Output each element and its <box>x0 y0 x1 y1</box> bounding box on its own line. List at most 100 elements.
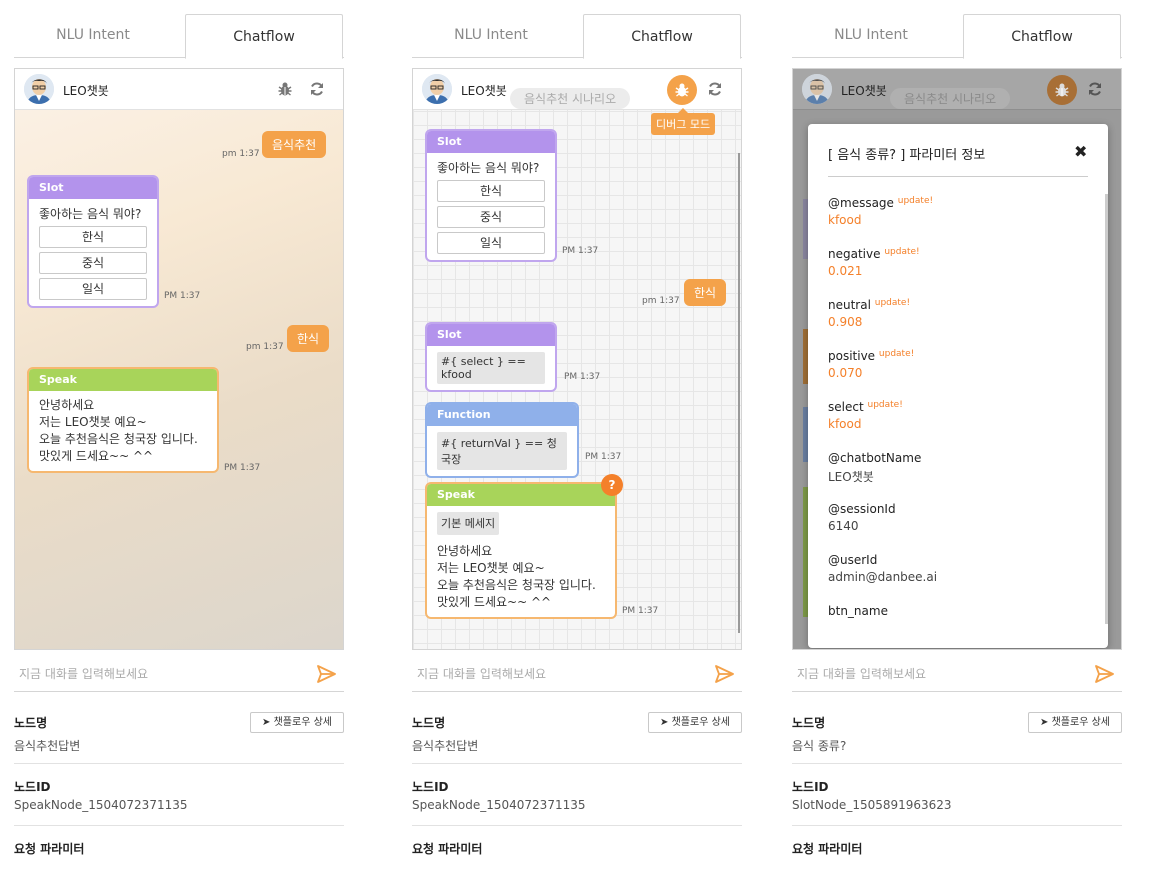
parameter-value: 6140 <box>828 519 859 533</box>
bug-icon[interactable] <box>277 81 293 97</box>
bot-name: LEO챗봇 <box>63 84 109 98</box>
speak-line: 저는 LEO챗봇 예요~ <box>39 415 147 429</box>
tab-nlu-intent[interactable]: NLU Intent <box>14 14 172 58</box>
chat-header: LEO챗봇 <box>15 69 343 110</box>
message-time: pm 1:37 <box>246 342 284 352</box>
debug-toggle-button[interactable] <box>667 75 697 105</box>
message-time: PM 1:37 <box>622 606 659 616</box>
avatar <box>24 74 54 104</box>
update-badge: update! <box>897 196 934 206</box>
request-params-label: 요청 파라미터 <box>14 842 85 856</box>
location-arrow-icon: ➤ <box>262 717 271 728</box>
refresh-icon[interactable] <box>309 81 325 97</box>
tab-chatflow[interactable]: Chatflow <box>185 14 343 59</box>
option-button[interactable]: 일식 <box>39 278 147 300</box>
chat-input[interactable]: 지금 대화를 입력해보세요 <box>797 665 926 682</box>
parameter-item: negative update! 0.021 <box>828 247 1098 298</box>
avatar <box>422 74 452 104</box>
speak-card-title: Speak <box>427 484 615 506</box>
parameter-value: admin@danbee.ai <box>828 570 938 584</box>
message-time: PM 1:37 <box>562 246 599 256</box>
panel-parameter-info: NLU Intent Chatflow LEO챗봇 음식추천 시나리오 [ 음식… <box>792 0 1122 887</box>
panel-chat-preview: NLU Intent Chatflow LEO챗봇 음식추천 pm 1:37 S… <box>14 0 344 887</box>
chatflow-detail-label: 챗플로우 상세 <box>273 717 332 728</box>
slot-card: Slot 좋아하는 음식 뭐야? 한식 중식 일식 <box>27 175 159 308</box>
parameter-item: @userId admin@danbee.ai <box>828 553 1098 604</box>
user-message: 음식추천 <box>262 131 327 158</box>
slot-card-title: Slot <box>427 131 555 153</box>
option-button[interactable]: 한식 <box>39 226 147 248</box>
update-badge: update! <box>874 298 911 308</box>
parameter-item: @chatbotName LEO챗봇 <box>828 451 1098 502</box>
parameter-value: LEO챗봇 <box>828 470 874 484</box>
send-icon[interactable] <box>316 664 336 684</box>
function-card: Function #{ returnVal } == 청국장 <box>425 402 579 478</box>
slot-question: 좋아하는 음식 뭐야? <box>437 161 540 175</box>
location-arrow-icon: ➤ <box>1040 717 1049 728</box>
send-icon[interactable] <box>1094 664 1114 684</box>
tab-chatflow[interactable]: Chatflow <box>583 14 741 59</box>
chatflow-detail-button[interactable]: ➤ 챗플로우 상세 <box>648 712 742 733</box>
option-button[interactable]: 한식 <box>437 180 545 202</box>
chat-input[interactable]: 지금 대화를 입력해보세요 <box>19 665 148 682</box>
chat-window: LEO챗봇 음식추천 시나리오 디버그 모드 Slot 좋아하는 음식 뭐야? … <box>412 68 742 650</box>
refresh-icon[interactable] <box>707 81 723 97</box>
slot-card-title: Slot <box>29 177 157 199</box>
help-badge[interactable]: ? <box>601 474 623 496</box>
parameter-key: negative <box>828 247 881 261</box>
scrollbar[interactable] <box>738 153 740 633</box>
tab-chatflow[interactable]: Chatflow <box>963 14 1121 59</box>
update-badge: update! <box>884 247 920 257</box>
tab-nlu-intent[interactable]: NLU Intent <box>792 14 950 58</box>
parameter-value: 0.070 <box>828 366 863 380</box>
speak-card: Speak 안녕하세요 저는 LEO챗봇 예요~ 오늘 추천음식은 청국장 입니… <box>27 367 219 473</box>
speak-card-title: Speak <box>29 369 217 391</box>
request-params-label: 요청 파라미터 <box>412 842 483 856</box>
parameter-item: @sessionId 6140 <box>828 502 1098 553</box>
scenario-label: 음식추천 시나리오 <box>890 88 1011 109</box>
option-button[interactable]: 중식 <box>437 206 545 228</box>
function-code: #{ returnVal } == 청국장 <box>437 432 567 470</box>
refresh-icon[interactable] <box>1087 81 1103 97</box>
divider <box>792 763 1122 764</box>
parameter-key: positive <box>828 349 876 363</box>
chatflow-detail-button[interactable]: ➤ 챗플로우 상세 <box>1028 712 1122 733</box>
slot-card-title: Slot <box>427 324 555 346</box>
option-button[interactable]: 일식 <box>437 232 545 254</box>
divider <box>14 825 344 826</box>
chatflow-detail-button[interactable]: ➤ 챗플로우 상세 <box>250 712 344 733</box>
function-card-title: Function <box>427 404 577 426</box>
node-id-value: SlotNode_1505891963623 <box>792 798 952 812</box>
speak-line: 오늘 추천음식은 청국장 입니다. <box>437 578 596 592</box>
close-icon[interactable]: ✖ <box>1074 142 1087 161</box>
parameter-key: @chatbotName <box>828 451 922 465</box>
tab-bar: NLU Intent Chatflow <box>792 14 1122 59</box>
bot-name: LEO챗봇 <box>461 84 507 98</box>
bot-name: LEO챗봇 <box>841 84 887 98</box>
avatar <box>802 74 832 104</box>
divider <box>412 763 742 764</box>
speak-line: 안녕하세요 <box>437 544 493 558</box>
slot-card: Slot 좋아하는 음식 뭐야? 한식 중식 일식 <box>425 129 557 262</box>
divider <box>14 763 344 764</box>
scrollbar[interactable] <box>1105 194 1108 624</box>
node-id-value: SpeakNode_1504072371135 <box>412 798 586 812</box>
chat-input-row: 지금 대화를 입력해보세요 <box>792 660 1122 692</box>
message-time: pm 1:37 <box>222 149 260 159</box>
debug-toggle-button[interactable] <box>1047 75 1077 105</box>
parameter-key: btn_name <box>828 604 888 618</box>
parameter-value: kfood <box>828 213 862 227</box>
option-button[interactable]: 중식 <box>39 252 147 274</box>
chat-header: LEO챗봇 음식추천 시나리오 <box>793 69 1121 110</box>
tab-nlu-intent[interactable]: NLU Intent <box>412 14 570 58</box>
parameter-item: select update! kfood <box>828 400 1098 451</box>
chat-input[interactable]: 지금 대화를 입력해보세요 <box>417 665 546 682</box>
speak-line: 오늘 추천음식은 청국장 입니다. <box>39 432 198 446</box>
speak-line: 안녕하세요 <box>39 398 95 412</box>
parameter-key: select <box>828 400 864 414</box>
node-id-label: 노드ID <box>792 780 829 794</box>
parameter-key: neutral <box>828 298 871 312</box>
send-icon[interactable] <box>714 664 734 684</box>
message-time: PM 1:37 <box>164 291 201 301</box>
parameter-modal: [ 음식 종류? ] 파라미터 정보 ✖ @message update! kf… <box>808 124 1108 648</box>
